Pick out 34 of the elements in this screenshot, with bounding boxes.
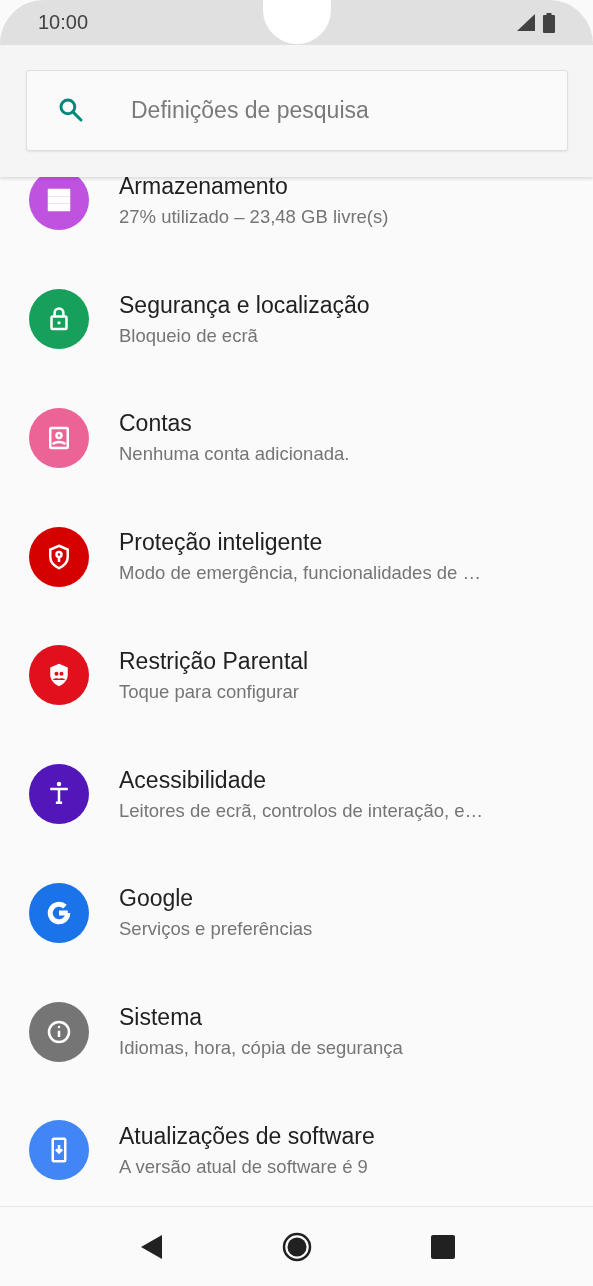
item-subtitle: Serviços e preferências — [119, 918, 313, 941]
item-title: Armazenamento — [119, 177, 289, 200]
settings-item[interactable]: Atualizações de software A versão atual de software é 9 — [0, 1091, 593, 1206]
item-title: Sistema — [119, 1004, 204, 1032]
settings-item[interactable]: Sistema Idiomas, hora, cópia de segurança — [0, 972, 593, 1091]
recents-icon[interactable] — [429, 1233, 456, 1260]
item-title: Proteção inteligente — [119, 529, 324, 557]
item-subtitle: 27% utilizado – 23,48 GB livre(s) — [119, 205, 389, 228]
item-subtitle: Modo de emergência, funcionalidades de … — [119, 562, 481, 585]
item-subtitle: Idiomas, hora, cópia de segurança — [119, 1037, 403, 1060]
settings-item[interactable]: Restrição Parental Toque para configurar — [0, 616, 593, 735]
item-title: Contas — [119, 410, 193, 438]
settings-item[interactable]: Armazenamento 27% utilizado – 23,48 GB livre(s) — [0, 177, 593, 260]
settings-item[interactable]: Proteção inteligente Modo de emergência, funcionalidades de … — [0, 497, 593, 616]
battery-icon — [543, 12, 555, 33]
signal-icon — [517, 14, 535, 31]
item-title: Google — [119, 885, 195, 913]
item-subtitle: Bloqueio de ecrã — [119, 324, 259, 347]
item-title: Segurança e localização — [119, 291, 370, 319]
home-icon[interactable] — [281, 1231, 312, 1262]
item-title: Atualizações de software — [119, 1122, 375, 1150]
item-subtitle: Nenhuma conta adicionada. — [119, 443, 350, 466]
item-title: Restrição Parental — [119, 647, 309, 675]
status-time: 10:00 — [38, 11, 89, 34]
item-title: Acessibilidade — [119, 766, 268, 794]
settings-item[interactable]: Contas Nenhuma conta adicionada. — [0, 378, 593, 498]
item-subtitle: A versão atual de software é 9 — [119, 1155, 369, 1178]
camera-notch — [263, 0, 331, 44]
item-subtitle: Toque para configurar — [119, 680, 300, 703]
settings-item[interactable]: Segurança e localização Bloqueio de ecrã — [0, 259, 593, 379]
search-field[interactable]: Definições de pesquisa — [26, 70, 568, 151]
settings-item[interactable]: Google Serviços e preferências — [0, 853, 593, 973]
item-subtitle: Leitores de ecrã, controlos de interação, e… — [119, 799, 484, 822]
settings-item[interactable]: Acessibilidade Leitores de ecrã, controlos de interação, e… — [0, 734, 593, 854]
